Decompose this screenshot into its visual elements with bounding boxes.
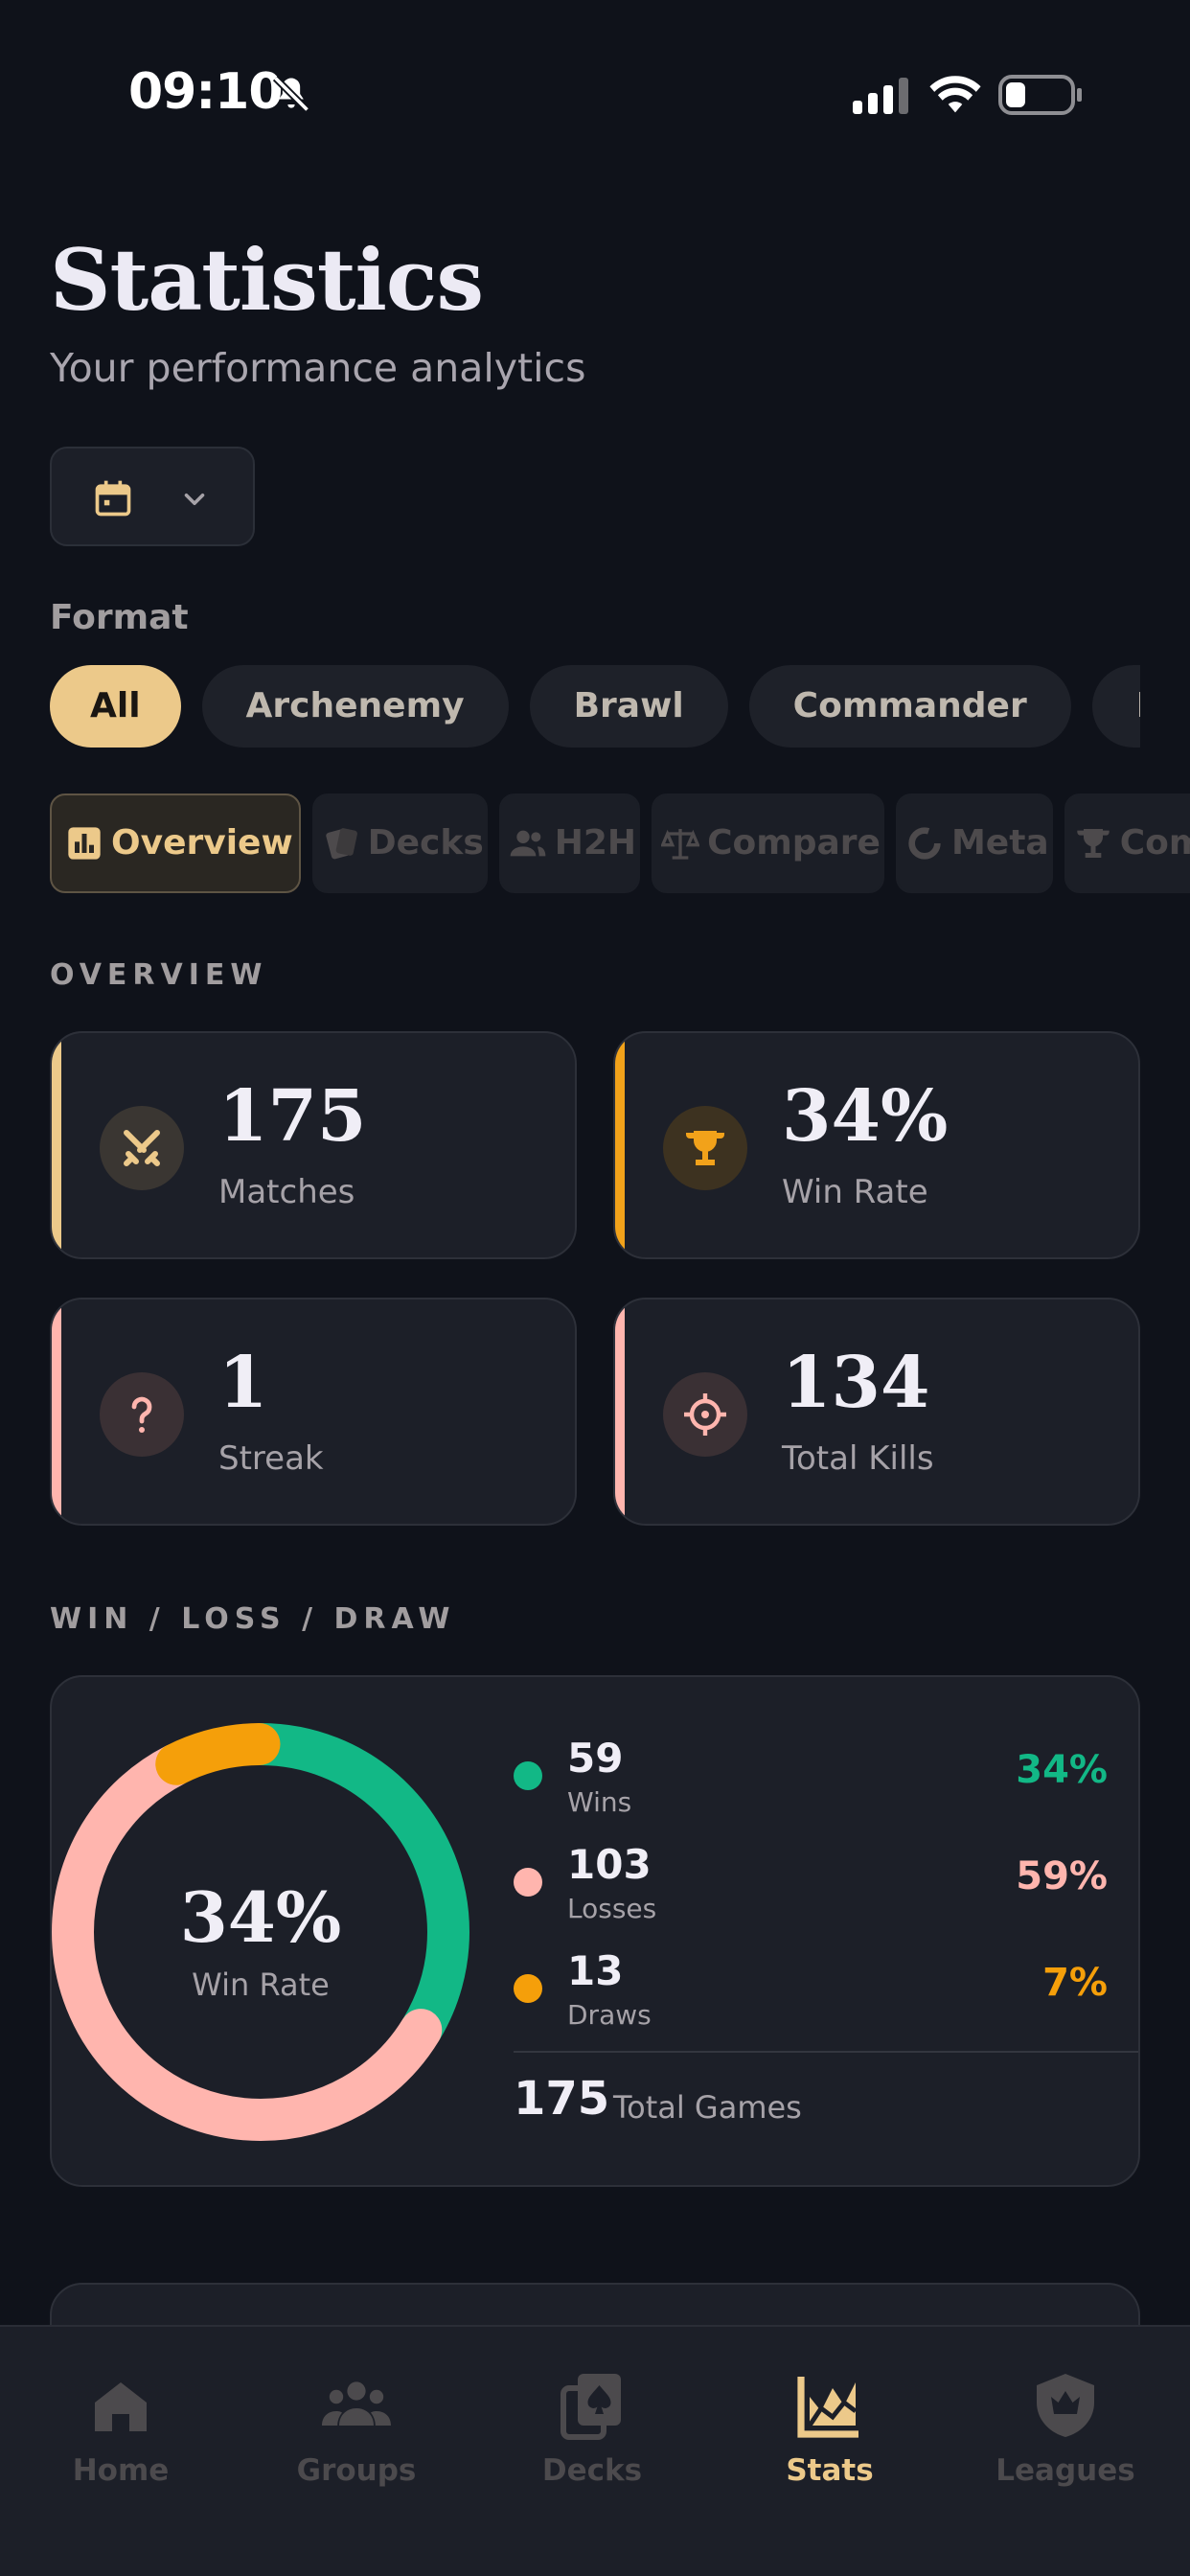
wins-label: Wins	[567, 1786, 632, 1818]
divider	[514, 2051, 1138, 2053]
tab-meta[interactable]: Meta	[895, 794, 1053, 893]
crossed-swords-icon	[124, 1130, 160, 1166]
total-kills-label: Total Kills	[782, 1439, 934, 1478]
total-games-value: 175	[514, 2072, 610, 2126]
trophy-icon	[1077, 829, 1110, 858]
card-accent-bar	[615, 1033, 625, 1257]
chip-commander[interactable]: Commander	[748, 665, 1071, 748]
matches-label: Matches	[218, 1173, 355, 1211]
streak-value: 1	[218, 1342, 268, 1424]
legend-dot	[514, 1761, 542, 1790]
stat-card-win-rate: 34% Win Rate	[613, 1031, 1140, 1259]
legend-dot	[514, 1868, 542, 1897]
shield-crown-icon	[1037, 2374, 1094, 2437]
cards-icon	[326, 828, 357, 860]
tab-overview[interactable]: Overview	[50, 794, 301, 893]
page-subtitle: Your performance analytics	[50, 345, 586, 391]
battery-icon	[998, 75, 1082, 115]
date-range-dropdown[interactable]	[50, 447, 255, 546]
chevron-down-icon	[184, 493, 205, 506]
overview-section-label: OVERVIEW	[50, 958, 268, 992]
legend-item-losses: 103 Losses 59%	[514, 1841, 1108, 1927]
page-title: Statistics	[50, 230, 484, 330]
wins-percent: 34%	[1016, 1748, 1108, 1792]
wins-count: 59	[567, 1735, 624, 1782]
chip-all[interactable]: All	[50, 665, 181, 748]
donut-chart-icon	[908, 827, 941, 860]
draws-label: Draws	[567, 1999, 652, 2031]
cellular-signal-icon	[853, 78, 908, 114]
nav-stats[interactable]: Stats	[734, 2371, 926, 2505]
crosshair-icon	[684, 1393, 726, 1436]
card-accent-bar	[615, 1300, 625, 1524]
nav-groups[interactable]: Groups	[261, 2371, 452, 2505]
stat-card-streak: 1 Streak	[50, 1298, 577, 1526]
nav-decks[interactable]: Decks	[496, 2371, 688, 2505]
losses-count: 103	[567, 1841, 652, 1888]
wld-card: 34% Win Rate 59 Wins 34% 103 Losses 59% …	[50, 1675, 1140, 2187]
donut-center-value: 34%	[179, 1876, 342, 1958]
chip-archenemy[interactable]: Archenemy	[201, 665, 509, 748]
card-deck-icon	[561, 2374, 621, 2440]
tab-h2h[interactable]: H2H	[498, 794, 641, 893]
format-label: Format	[50, 598, 189, 637]
stat-card-total-kills: 134 Total Kills	[613, 1298, 1140, 1526]
stat-card-matches: 175 Matches	[50, 1031, 577, 1259]
stats-chart-icon	[797, 2377, 858, 2438]
status-bar: 09:10	[0, 0, 1190, 192]
chip-brawl[interactable]: Brawl	[529, 665, 728, 748]
total-games-label: Total Games	[613, 2089, 802, 2126]
draws-percent: 7%	[1042, 1961, 1108, 2005]
wifi-icon	[929, 76, 981, 113]
trophy-icon	[686, 1131, 724, 1165]
wld-section-label: WIN / LOSS / DRAW	[50, 1602, 456, 1636]
win-rate-value: 34%	[782, 1075, 949, 1158]
format-chip-row: AllArchenemyBrawlCommander Draft	[50, 665, 1140, 751]
stats-tab-row: Overview Decks H2H Compare Meta Com	[50, 794, 1190, 897]
legend-item-draws: 13 Draws 7%	[514, 1947, 1108, 2034]
total-kills-value: 134	[782, 1342, 930, 1424]
question-mark-icon	[131, 1396, 152, 1433]
losses-label: Losses	[567, 1893, 657, 1924]
card-accent-bar	[52, 1300, 61, 1524]
calendar-icon	[95, 480, 131, 517]
tab-decks[interactable]: Decks	[311, 794, 488, 893]
status-time: 09:10	[128, 63, 284, 121]
win-rate-label: Win Rate	[782, 1173, 928, 1211]
legend-dot	[514, 1974, 542, 2003]
matches-value: 175	[218, 1075, 367, 1158]
nav-leagues[interactable]: Leagues	[970, 2371, 1161, 2505]
groups-icon	[322, 2381, 391, 2426]
streak-label: Streak	[218, 1439, 324, 1478]
tab-competitive[interactable]: Competitive	[1064, 794, 1190, 893]
home-icon	[95, 2382, 147, 2431]
bar-chart-icon	[68, 827, 101, 860]
bell-muted-icon	[272, 75, 310, 113]
card-accent-bar	[52, 1033, 61, 1257]
donut-center-label: Win Rate	[192, 1966, 330, 2003]
chip-draft[interactable]: Draft	[1091, 665, 1140, 748]
legend-item-wins: 59 Wins 34%	[514, 1735, 1108, 1821]
losses-percent: 59%	[1016, 1854, 1108, 1898]
bottom-nav: Home Groups Decks Stats Leagues	[0, 2325, 1190, 2576]
tab-compare[interactable]: Compare	[652, 794, 884, 893]
draws-count: 13	[567, 1947, 624, 1994]
people-icon	[510, 830, 546, 857]
scale-icon	[661, 829, 700, 860]
nav-home[interactable]: Home	[25, 2371, 217, 2505]
